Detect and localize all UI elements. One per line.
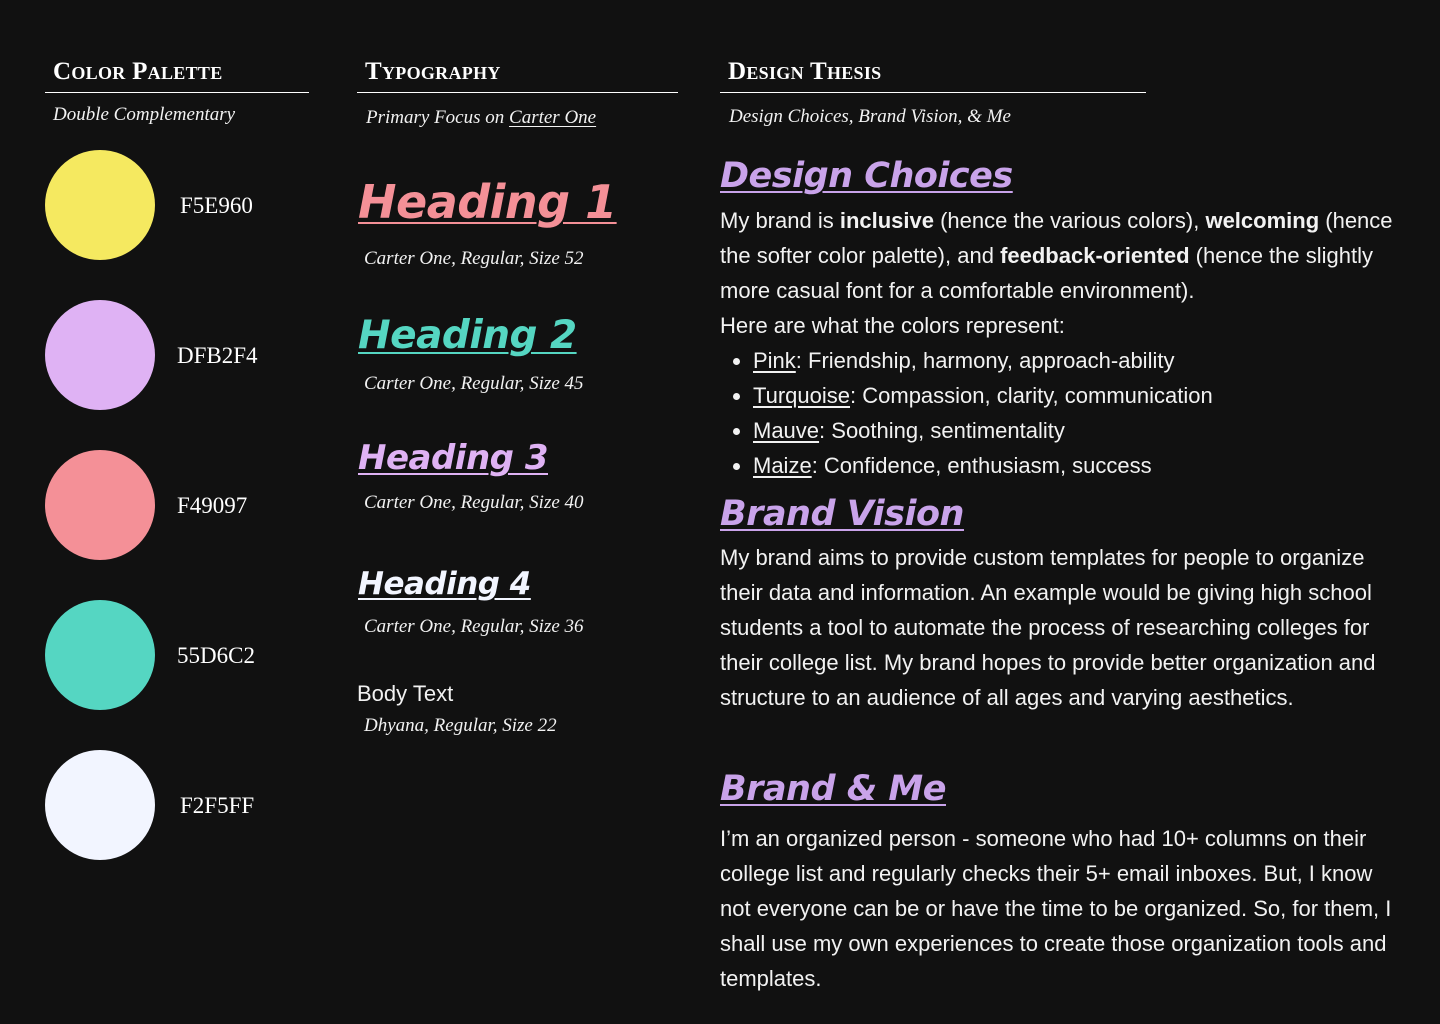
keyword-inclusive: inclusive bbox=[839, 208, 934, 233]
swatch-turquoise-hex: 55D6C2 bbox=[177, 643, 255, 668]
list-item: Mauve: Soothing, sentimentality bbox=[753, 413, 1400, 448]
brand-me-title: Brand & Me bbox=[720, 769, 947, 809]
heading-4-sample: Heading 4 bbox=[358, 566, 531, 602]
list-item: Pink: Friendship, harmony, approach-abil… bbox=[753, 343, 1400, 378]
color-meaning-list: Pink: Friendship, harmony, approach-abil… bbox=[720, 343, 1400, 483]
body-text-spec: Dhyana, Regular, Size 22 bbox=[364, 715, 557, 736]
swatch-pink-hex: F49097 bbox=[177, 493, 248, 518]
heading-2-spec: Carter One, Regular, Size 45 bbox=[364, 373, 584, 394]
typography-subtitle-font: Carter One bbox=[509, 107, 597, 128]
list-item: Maize: Confidence, enthusiasm, success bbox=[753, 448, 1400, 483]
color-meaning-intro: Here are what the colors represent: bbox=[720, 313, 1065, 338]
heading-2-sample: Heading 2 bbox=[358, 313, 577, 358]
brand-vision-text: My brand aims to provide custom template… bbox=[720, 545, 1376, 710]
body-text-sample: Body Text bbox=[357, 681, 454, 706]
typography-subtitle-prefix: Primary Focus on bbox=[366, 107, 510, 128]
design-choices-text: My brand is inclusive (hence the various… bbox=[720, 203, 1400, 483]
swatch-maize-hex: F5E960 bbox=[180, 193, 253, 218]
keyword-feedback-oriented: feedback-oriented bbox=[1000, 243, 1190, 268]
swatch-pink bbox=[45, 450, 155, 560]
swatch-maize bbox=[45, 150, 155, 260]
heading-4-spec: Carter One, Regular, Size 36 bbox=[364, 616, 584, 637]
heading-1-sample: Heading 1 bbox=[358, 175, 617, 229]
heading-1-spec: Carter One, Regular, Size 52 bbox=[364, 248, 584, 269]
swatch-white bbox=[45, 750, 155, 860]
heading-3-sample: Heading 3 bbox=[358, 438, 549, 478]
design-thesis-subtitle: Design Choices, Brand Vision, & Me bbox=[729, 106, 1011, 127]
brand-vision-title: Brand Vision bbox=[720, 494, 964, 534]
color-palette-subtitle: Double Complementary bbox=[53, 104, 236, 125]
color-palette-heading: Color Palette bbox=[45, 58, 309, 93]
typography-subtitle: Primary Focus on Carter One bbox=[366, 107, 596, 129]
list-item: Turquoise: Compassion, clarity, communic… bbox=[753, 378, 1400, 413]
swatch-turquoise bbox=[45, 600, 155, 710]
design-thesis-heading: Design Thesis bbox=[720, 58, 1146, 93]
typography-heading: Typography bbox=[357, 58, 678, 93]
design-choices-title: Design Choices bbox=[720, 156, 1013, 196]
swatch-mauve-hex: DFB2F4 bbox=[177, 343, 258, 368]
brand-me-text: I’m an organized person - someone who ha… bbox=[720, 826, 1392, 991]
design-choices-paragraph: My brand is inclusive (hence the various… bbox=[720, 208, 1393, 303]
swatch-white-hex: F2F5FF bbox=[180, 793, 255, 818]
heading-3-spec: Carter One, Regular, Size 40 bbox=[364, 492, 584, 513]
keyword-welcoming: welcoming bbox=[1205, 208, 1320, 233]
swatch-mauve bbox=[45, 300, 155, 410]
